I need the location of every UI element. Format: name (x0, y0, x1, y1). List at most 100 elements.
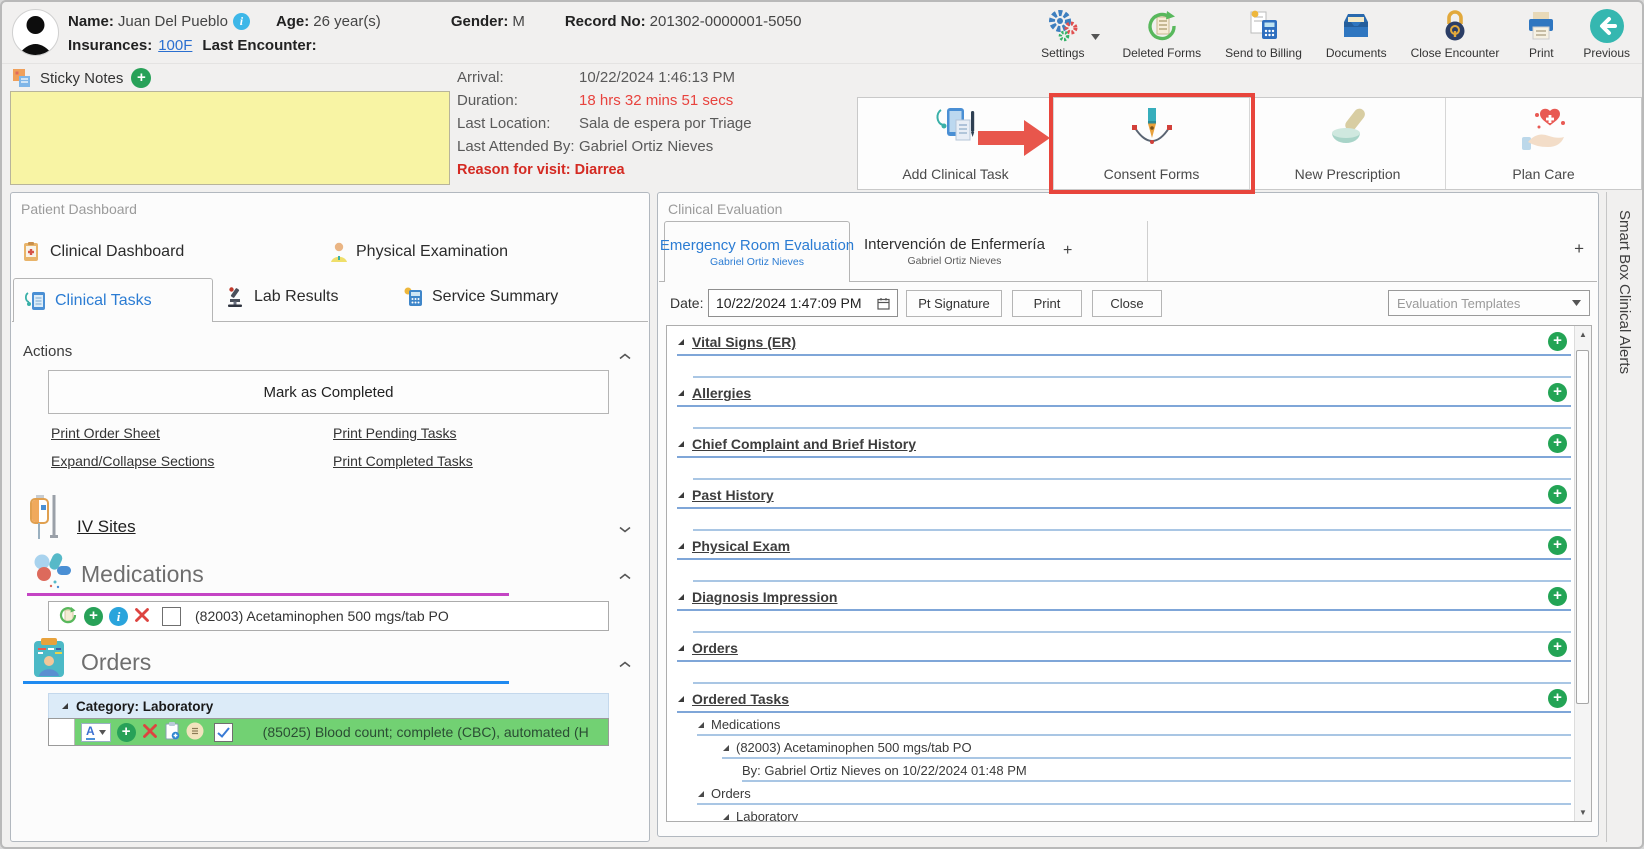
expander-triangle-icon[interactable] (697, 790, 705, 798)
expander-triangle-icon[interactable] (722, 744, 730, 752)
tab-clinical-tasks[interactable]: Clinical Tasks (13, 278, 213, 322)
duration-row: Duration: 18 hrs 32 mins 51 secs (457, 89, 752, 112)
print-order-sheet-link[interactable]: Print Order Sheet (51, 425, 160, 441)
print-pending-tasks-link[interactable]: Print Pending Tasks (333, 425, 456, 441)
medication-row[interactable]: + i (82003) Acetaminophen 500 mgs/tab PO (48, 601, 609, 631)
close-evaluation-button[interactable]: Close (1092, 290, 1162, 317)
expand-collapse-sections-link[interactable]: Expand/Collapse Sections (51, 453, 214, 469)
expander-triangle-icon[interactable] (677, 491, 685, 499)
add-section-entry-button[interactable]: + (1548, 536, 1567, 555)
section-title[interactable]: Orders (692, 640, 738, 656)
documents-button[interactable]: Documents (1326, 7, 1387, 60)
tree-node-medication-by[interactable]: By: Gabriel Ortiz Nieves on 10/22/2024 0… (667, 759, 1591, 782)
revert-medication-icon[interactable] (58, 605, 78, 628)
deleted-forms-icon (1144, 7, 1180, 45)
scroll-down-button[interactable]: ▼ (1575, 804, 1591, 821)
tree-node-medications[interactable]: Medications (667, 713, 1591, 736)
section-title[interactable]: Diagnosis Impression (692, 589, 837, 605)
add-sticky-note-button[interactable]: + (131, 68, 152, 88)
smart-box-tab[interactable]: Smart Box (1616, 210, 1633, 280)
expander-triangle-icon[interactable] (677, 644, 685, 652)
expander-triangle-icon[interactable] (677, 389, 685, 397)
tab-service-summary[interactable]: Service Summary (403, 286, 558, 308)
quick-actions-bar: Add Clinical Task Consent Forms New Pres… (857, 93, 1642, 194)
order-item-row[interactable]: A + (85025) Blood count; complete (CBC),… (48, 718, 609, 746)
print-completed-tasks-link[interactable]: Print Completed Tasks (333, 453, 473, 469)
medication-checkbox[interactable] (162, 606, 181, 626)
scroll-up-button[interactable]: ▲ (1575, 326, 1591, 343)
medications-pills-icon (31, 551, 73, 596)
iv-sites-expand-chevron-icon[interactable] (619, 520, 631, 538)
section-title[interactable]: Physical Exam (692, 538, 790, 554)
previous-button[interactable]: Previous (1583, 7, 1630, 60)
section-title[interactable]: Past History (692, 487, 774, 503)
add-medication-icon[interactable]: + (84, 606, 103, 626)
add-section-entry-button[interactable]: + (1548, 587, 1567, 606)
print-evaluation-button[interactable]: Print (1012, 290, 1082, 317)
new-evaluation-button[interactable]: + (1574, 239, 1584, 259)
mark-as-completed-button[interactable]: Mark as Completed (48, 370, 609, 414)
orders-category-row[interactable]: Category: Laboratory (48, 693, 609, 718)
calendar-icon[interactable] (877, 297, 890, 310)
tree-node-medication-item[interactable]: (82003) Acetaminophen 500 mgs/tab PO (667, 736, 1591, 759)
tab-intervencion-enfermeria[interactable]: Intervención de Enfermería Gabriel Ortiz… (850, 221, 1148, 281)
add-section-entry-button[interactable]: + (1548, 689, 1567, 708)
info-icon[interactable]: i (232, 13, 250, 30)
consent-forms-button[interactable]: Consent Forms (978, 93, 1255, 194)
settings-button[interactable]: Settings (1041, 7, 1101, 60)
tab-emergency-room-evaluation[interactable]: Emergency Room Evaluation Gabriel Ortiz … (660, 221, 854, 282)
expander-triangle-icon[interactable] (677, 593, 685, 601)
order-notes-icon[interactable] (186, 722, 204, 743)
delete-order-icon[interactable] (142, 723, 158, 742)
evaluation-templates-dropdown[interactable]: Evaluation Templates (1388, 290, 1590, 316)
tree-node-orders[interactable]: Orders (667, 782, 1591, 805)
previous-label: Previous (1583, 46, 1630, 60)
section-title[interactable]: Chief Complaint and Brief History (692, 436, 916, 452)
scrollbar-thumb[interactable] (1576, 350, 1589, 704)
evaluation-scrollbar[interactable]: ▲ ▼ (1574, 326, 1591, 821)
patient-info-line2: Insurances: 100F Last Encounter: (68, 37, 317, 54)
clinical-alerts-tab[interactable]: Clinical Alerts (1616, 284, 1633, 374)
print-button[interactable]: Print (1523, 7, 1559, 60)
tab-physical-examination[interactable]: Physical Examination (329, 241, 508, 263)
expander-triangle-icon[interactable] (677, 695, 685, 703)
deleted-forms-button[interactable]: Deleted Forms (1122, 7, 1201, 60)
expander-triangle-icon[interactable] (677, 338, 685, 346)
section-title[interactable]: Allergies (692, 385, 751, 401)
add-section-entry-button[interactable]: + (1548, 383, 1567, 402)
add-section-entry-button[interactable]: + (1548, 434, 1567, 453)
delete-medication-icon[interactable] (134, 607, 150, 626)
order-checkbox-checked[interactable] (213, 722, 233, 742)
actions-collapse-chevron-icon[interactable] (619, 347, 631, 365)
pt-signature-button[interactable]: Pt Signature (906, 290, 1002, 317)
tab-lab-results[interactable]: Lab Results (225, 286, 339, 308)
medications-collapse-chevron-icon[interactable] (619, 567, 631, 585)
add-section-entry-button[interactable]: + (1548, 638, 1567, 657)
insurance-link[interactable]: 100F (158, 37, 192, 54)
add-order-icon[interactable]: + (116, 722, 136, 742)
plan-care-button[interactable]: Plan Care (1446, 98, 1641, 189)
new-prescription-button[interactable]: New Prescription (1250, 98, 1446, 189)
tree-node-laboratory[interactable]: Laboratory (667, 805, 1591, 821)
order-task-add-icon[interactable] (164, 721, 180, 744)
font-color-dropdown[interactable]: A (81, 722, 111, 742)
add-section-entry-button[interactable]: + (1548, 332, 1567, 351)
sticky-note-area[interactable] (10, 91, 450, 185)
send-to-billing-button[interactable]: Send to Billing (1225, 7, 1302, 60)
orders-collapse-chevron-icon[interactable] (619, 655, 631, 673)
expander-triangle-icon[interactable] (677, 440, 685, 448)
row-selector-cell[interactable] (49, 719, 75, 745)
medication-info-icon[interactable]: i (109, 606, 128, 626)
section-title[interactable]: Ordered Tasks (692, 691, 789, 707)
section-title[interactable]: Vital Signs (ER) (692, 334, 796, 350)
add-section-entry-button[interactable]: + (1548, 485, 1567, 504)
expander-triangle-icon[interactable] (722, 813, 730, 821)
close-encounter-button[interactable]: Close Encounter (1411, 7, 1499, 60)
iv-sites-section-title[interactable]: IV Sites (77, 517, 136, 537)
expander-triangle-icon[interactable] (697, 721, 705, 729)
tab-clinical-dashboard[interactable]: Clinical Dashboard (21, 241, 184, 263)
evaluation-date-input[interactable]: 10/22/2024 1:47:09 PM (708, 289, 898, 317)
add-evaluation-tab-button[interactable]: + (1063, 242, 1072, 260)
expander-triangle-icon[interactable] (677, 542, 685, 550)
settings-dropdown-caret-icon[interactable] (1091, 27, 1101, 45)
